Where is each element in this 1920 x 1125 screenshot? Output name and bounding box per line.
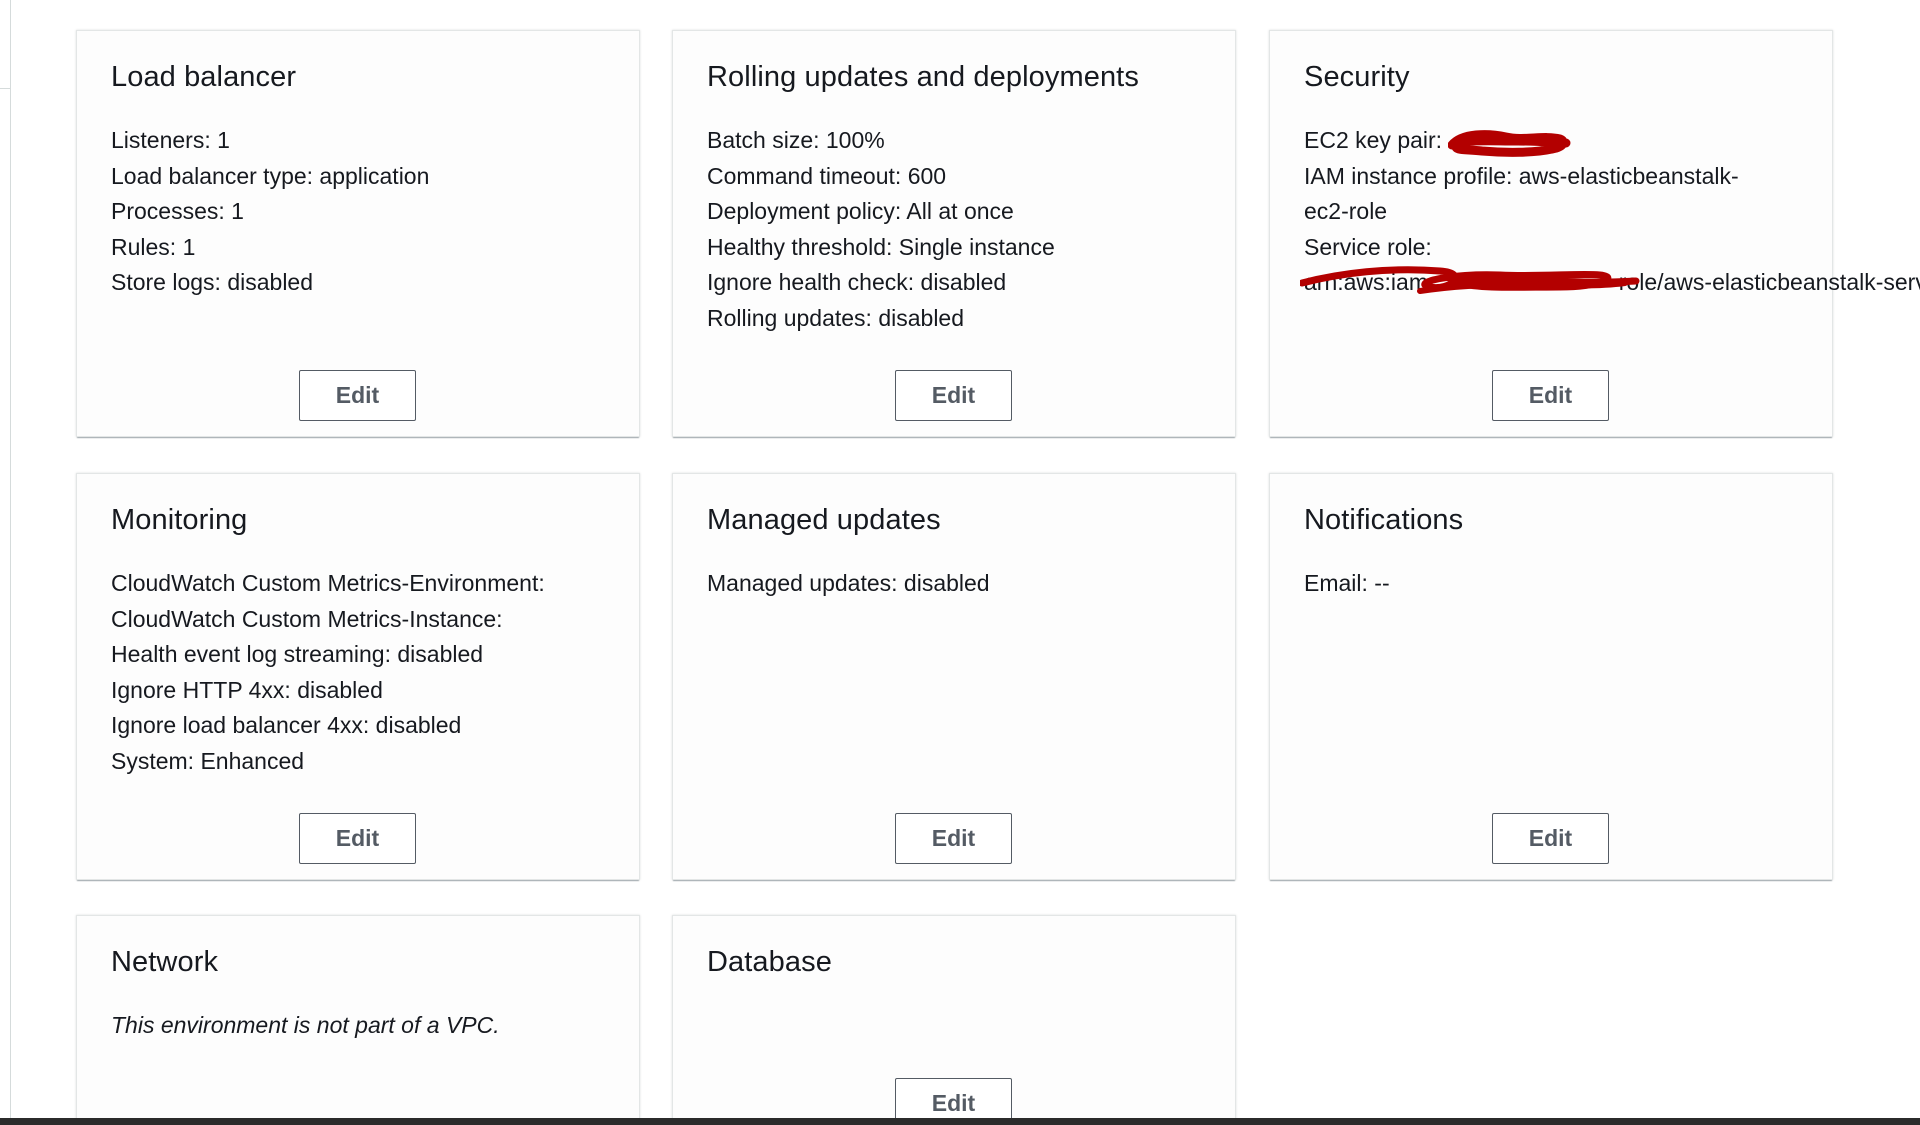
service-role-value-start: arn:aws:iam:: [1304,269,1441,295]
card-title: Database [707,946,832,978]
security-card: Security EC2 key pair: IAM instance prof… [1269,30,1920,437]
card-body: Managed updates: disabled [707,566,1205,602]
cloudwatch-instance-value: CloudWatch Custom Metrics-Instance: [111,605,503,632]
card-body: Email: -- [1304,566,1802,602]
security-edit-button[interactable]: Edit [1492,370,1609,421]
card-title: Network [111,946,219,978]
email-value: Email: -- [1304,570,1390,596]
ignore-health-check-value: Ignore health check: disabled [707,269,1007,295]
monitoring-card: Monitoring CloudWatch Custom Metrics-Env… [76,473,640,880]
card-body: CloudWatch Custom Metrics-Environment: C… [111,566,609,779]
command-timeout-value: Command timeout: 600 [707,162,947,189]
load-balancer-type-value: Load balancer type: application [111,162,430,189]
rolling-updates-card: Rolling updates and deployments Batch si… [672,30,1236,437]
card-title: Monitoring [111,504,248,536]
network-vpc-note: This environment is not part of a VPC. [111,1012,500,1038]
health-event-streaming-value: Health event log streaming: disabled [111,641,484,667]
card-body: Batch size: 100% Command timeout: 600 De… [707,123,1205,336]
rules-value: Rules: 1 [111,233,196,260]
card-title: Security [1304,61,1410,93]
managed-updates-card: Managed updates Managed updates: disable… [672,473,1236,880]
cloudwatch-environment-value: CloudWatch Custom Metrics-Environment: [111,570,545,596]
store-logs-value: Store logs: disabled [111,269,314,295]
monitoring-edit-button[interactable]: Edit [299,813,416,864]
service-role-label: Service role: [1304,233,1432,260]
deployment-policy-value: Deployment policy: All at once [707,198,1014,224]
card-title: Notifications [1304,504,1464,536]
rolling-updates-edit-button[interactable]: Edit [895,370,1012,421]
notifications-card: Notifications Email: -- Edit [1269,473,1833,880]
batch-size-value: Batch size: 100% [707,127,885,153]
processes-value: Processes: 1 [111,198,244,224]
card-body: This environment is not part of a VPC. [111,1008,609,1044]
service-role-value-end: role/aws-elasticbeanstalk-service-role [1618,269,1920,295]
card-body: Listeners: 1 Load balancer type: applica… [111,123,609,301]
rolling-updates-value: Rolling updates: disabled [707,304,965,331]
page-left-border [10,0,11,1118]
database-edit-button[interactable]: Edit [895,1078,1012,1118]
listeners-value: Listeners: 1 [111,127,230,153]
ignore-lb-4xx-value: Ignore load balancer 4xx: disabled [111,712,462,738]
load-balancer-edit-button[interactable]: Edit [299,370,416,421]
card-title: Load balancer [111,61,297,93]
card-title: Managed updates [707,504,941,536]
system-value: System: Enhanced [111,747,305,774]
ec2-key-pair-redacted-value [1448,127,1571,157]
service-role-value-row: arn:aws:iam:: role/aws-elasticbeanstalk-s… [1300,265,1920,301]
managed-updates-value: Managed updates: disabled [707,570,990,596]
database-card: Database Edit [672,915,1236,1118]
window-bottom-bar [0,1118,1920,1125]
load-balancer-card: Load balancer Listeners: 1 Load balancer… [76,30,640,437]
iam-instance-profile-value: IAM instance profile: aws-elasticbeansta… [1304,162,1739,225]
ec2-key-pair-label: EC2 key pair: [1304,127,1443,153]
page-left-tick [0,88,10,89]
notifications-edit-button[interactable]: Edit [1492,813,1609,864]
redaction-scribble-icon [1448,130,1571,157]
card-title: Rolling updates and deployments [707,61,1139,93]
ec2-key-pair-row: EC2 key pair: [1304,123,1802,159]
configuration-overview: Load balancer Listeners: 1 Load balancer… [0,0,1920,1118]
ignore-http-4xx-value: Ignore HTTP 4xx: disabled [111,676,383,703]
healthy-threshold-value: Healthy threshold: Single instance [707,233,1055,260]
card-body: EC2 key pair: IAM instance profile: aws-… [1300,123,1920,301]
network-card: Network This environment is not part of … [76,915,640,1118]
managed-updates-edit-button[interactable]: Edit [895,813,1012,864]
